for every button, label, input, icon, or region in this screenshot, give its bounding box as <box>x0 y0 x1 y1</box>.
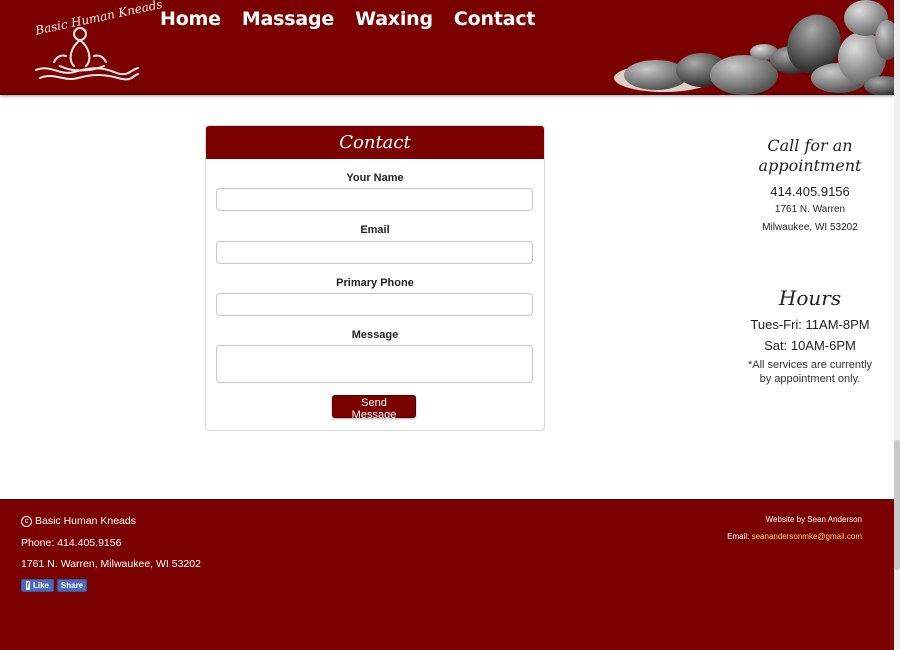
facebook-like-label: Like <box>32 581 49 590</box>
contact-form-panel: Contact Your Name Email Primary Phone Me… <box>205 125 545 431</box>
facebook-share-button[interactable]: Share <box>57 579 87 592</box>
appointment-note-line-2: by appointment only. <box>759 373 861 385</box>
site-header: Basic Human Kneads Home Massage Waxing C… <box>0 0 894 95</box>
sidebar-address-line-1: 1761 N. Warren <box>774 204 846 215</box>
footer-copyright: c Basic Human Kneads <box>21 515 136 527</box>
contact-form-title: Contact <box>339 132 411 153</box>
phone-input[interactable] <box>216 293 533 316</box>
nav-contact-link[interactable]: Contact <box>454 8 536 30</box>
nav-home-link[interactable]: Home <box>160 8 221 30</box>
phone-field-label: Primary Phone <box>336 277 414 289</box>
copyright-icon: c <box>21 516 32 527</box>
footer-address: 1761 N. Warren, Milwaukee, WI 53202 <box>21 558 201 570</box>
hours-heading: Hours <box>778 286 842 310</box>
hours-weekday: Tues-Fri: 11AM-8PM <box>750 317 870 332</box>
main-nav: Home Massage Waxing Contact <box>160 8 535 30</box>
appointment-note-line-1: *All services are currently <box>747 359 873 371</box>
facebook-icon: f <box>26 581 30 590</box>
scrollbar-thumb[interactable] <box>894 440 900 570</box>
footer-business-name: Basic Human Kneads <box>35 515 136 527</box>
footer-phone: Phone: 414.405.9156 <box>21 537 122 549</box>
nav-massage-link[interactable]: Massage <box>242 8 334 30</box>
scrollbar-track[interactable] <box>894 0 900 649</box>
hours-saturday: Sat: 10AM-6PM <box>764 338 856 353</box>
meditation-figure-icon <box>35 27 139 81</box>
message-textarea[interactable] <box>216 345 533 383</box>
name-input[interactable] <box>216 188 533 211</box>
sidebar-address-line-2: Milwaukee, WI 53202 <box>762 222 858 233</box>
call-heading-line-2: appointment <box>758 156 862 175</box>
email-field-label: Email <box>360 224 390 236</box>
contact-form-header: Contact <box>206 126 544 159</box>
credit-email-link[interactable]: seanandersonmke@gmail.com <box>752 532 862 541</box>
email-input[interactable] <box>216 241 533 264</box>
name-field-label: Your Name <box>346 172 404 184</box>
site-logo[interactable]: Basic Human Kneads <box>30 0 164 86</box>
sidebar-phone: 414.405.9156 <box>770 184 850 199</box>
call-heading-line-1: Call for an <box>767 136 853 155</box>
hours-block: Hours Tues-Fri: 11AM-8PM Sat: 10AM-6PM *… <box>730 286 890 386</box>
facebook-like-button[interactable]: f Like <box>21 579 54 592</box>
stones-image <box>614 0 894 95</box>
send-message-button[interactable]: Send Message <box>332 395 416 421</box>
message-field-label: Message <box>351 329 399 341</box>
nav-waxing-link[interactable]: Waxing <box>355 8 433 30</box>
call-info-block: Call for an appointment 414.405.9156 176… <box>730 136 890 237</box>
credit-email-line: Email: seanandersonmke@gmail.com <box>727 532 862 541</box>
credit-email-label: Email: <box>727 532 750 541</box>
site-credit: Website by Sean Anderson <box>765 515 862 524</box>
